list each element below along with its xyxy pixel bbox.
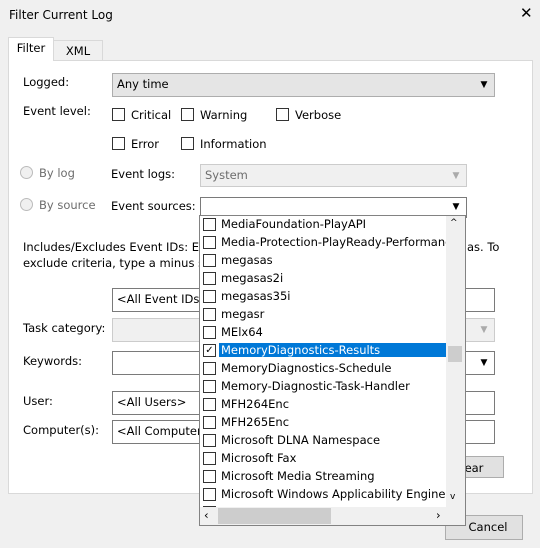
list-item-label: MemoryDiagnostics-Schedule xyxy=(221,361,392,375)
list-item-label: megasas2i xyxy=(221,271,284,285)
information-checkbox[interactable] xyxy=(181,137,194,153)
checkbox[interactable] xyxy=(203,308,216,321)
checkbox[interactable] xyxy=(203,398,216,411)
includes-text-1b: as. To xyxy=(467,240,500,254)
scroll-right-icon[interactable]: › xyxy=(436,508,441,522)
by-log-radio[interactable] xyxy=(20,166,33,179)
list-item-label: Media-Protection-PlayReady-Performance xyxy=(221,235,459,249)
logged-value: Any time xyxy=(117,77,169,91)
list-item[interactable]: Media-Protection-PlayReady-Performance xyxy=(202,234,459,252)
checkbox[interactable] xyxy=(203,452,216,465)
list-item-label: megasas35i xyxy=(221,289,291,303)
scroll-down-icon[interactable]: v xyxy=(450,492,455,502)
keywords-label: Keywords: xyxy=(23,354,82,368)
list-item-label: Microsoft Fax xyxy=(221,451,297,465)
by-log-label: By log xyxy=(39,166,75,180)
list-item[interactable]: MemoryDiagnostics-Schedule xyxy=(202,360,447,378)
vertical-scrollbar[interactable]: ^ v xyxy=(446,216,465,507)
list-item[interactable]: megasr xyxy=(202,306,447,324)
task-category-label: Task category: xyxy=(23,321,106,335)
checkbox[interactable] xyxy=(203,254,216,267)
list-item[interactable]: ✓ MemoryDiagnostics-Results xyxy=(202,342,447,360)
chevron-down-icon: ▼ xyxy=(480,325,488,335)
list-item-label: Microsoft DLNA Namespace xyxy=(221,433,381,447)
scroll-up-icon[interactable]: ^ xyxy=(450,218,458,228)
chevron-down-icon: ▼ xyxy=(480,358,488,368)
checkbox[interactable] xyxy=(203,326,216,339)
list-item-label: MFH264Enc xyxy=(221,397,290,411)
horizontal-scroll-thumb[interactable] xyxy=(218,508,331,524)
close-icon[interactable]: ✕ xyxy=(520,4,533,22)
by-source-label: By source xyxy=(39,198,96,212)
list-item[interactable]: Microsoft Media Streaming xyxy=(202,468,447,486)
includes-text-1: Includes/Excludes Event IDs: Enter xyxy=(23,240,203,254)
critical-checkbox[interactable] xyxy=(112,108,125,124)
event-logs-value: System xyxy=(205,168,248,182)
by-source-radio[interactable] xyxy=(20,198,33,211)
tab-xml[interactable]: XML xyxy=(53,40,103,60)
event-level-label: Event level: xyxy=(23,104,91,118)
list-item-label: megasr xyxy=(221,307,265,321)
error-checkbox[interactable] xyxy=(112,137,125,153)
logged-label: Logged: xyxy=(23,75,70,89)
critical-label: Critical xyxy=(131,108,172,122)
checkbox[interactable] xyxy=(203,290,216,303)
event-logs-label: Event logs: xyxy=(111,167,175,181)
list-item-label: megasas xyxy=(221,253,273,267)
checkbox[interactable] xyxy=(203,434,216,447)
list-item-label: Memory-Diagnostic-Task-Handler xyxy=(221,379,410,393)
verbose-checkbox[interactable] xyxy=(276,108,289,124)
checkbox[interactable] xyxy=(203,236,216,249)
list-item[interactable]: Memory-Diagnostic-Task-Handler xyxy=(202,378,447,396)
list-item-label: MElx64 xyxy=(221,325,263,339)
tab-filter[interactable]: Filter xyxy=(8,37,54,61)
vertical-scroll-thumb[interactable] xyxy=(448,346,462,362)
warning-label: Warning xyxy=(200,108,248,122)
checkbox[interactable] xyxy=(203,488,216,501)
scroll-left-icon[interactable]: ‹ xyxy=(204,508,209,522)
list-item-label: MediaFoundation-PlayAPI xyxy=(221,217,367,231)
checkbox[interactable] xyxy=(203,470,216,483)
list-item[interactable]: Microsoft Windows Applicability Engine xyxy=(202,486,447,504)
checkbox[interactable] xyxy=(203,380,216,393)
computers-label: Computer(s): xyxy=(23,423,100,437)
event-sources-list[interactable]: MediaFoundation-PlayAPI Media-Protection-… xyxy=(199,215,466,526)
list-item[interactable]: MFH265Enc xyxy=(202,414,447,432)
user-label: User: xyxy=(23,394,53,408)
list-item[interactable]: Microsoft Fax xyxy=(202,450,447,468)
list-item-label: MFH265Enc xyxy=(221,415,290,429)
list-item[interactable]: megasas2i xyxy=(202,270,447,288)
checkbox[interactable] xyxy=(203,218,216,231)
horizontal-scrollbar[interactable]: ‹ › xyxy=(200,507,465,525)
logged-dropdown[interactable]: Any time ▼ xyxy=(112,73,495,97)
list-item[interactable]: megasas35i xyxy=(202,288,447,306)
chevron-down-icon: ▼ xyxy=(452,202,460,212)
checkbox[interactable] xyxy=(203,362,216,375)
list-item[interactable]: megasas xyxy=(202,252,447,270)
information-label: Information xyxy=(200,137,267,151)
verbose-label: Verbose xyxy=(295,108,342,122)
error-label: Error xyxy=(131,137,160,151)
window-title: Filter Current Log xyxy=(9,8,113,22)
checkbox[interactable] xyxy=(203,416,216,429)
list-item[interactable]: Microsoft DLNA Namespace xyxy=(202,432,447,450)
list-item-label: Microsoft Windows Applicability Engine xyxy=(221,487,446,501)
list-item[interactable]: MElx64 xyxy=(202,324,447,342)
event-sources-label: Event sources: xyxy=(111,199,196,213)
list-item-label: MemoryDiagnostics-Results xyxy=(219,343,447,357)
chevron-down-icon: ▼ xyxy=(452,171,460,181)
list-item[interactable]: MFH264Enc xyxy=(202,396,447,414)
list-item-label: Microsoft Media Streaming xyxy=(221,469,375,483)
checkbox[interactable]: ✓ xyxy=(203,344,216,357)
checkbox[interactable] xyxy=(203,272,216,285)
list-item[interactable]: MediaFoundation-PlayAPI xyxy=(202,216,447,234)
warning-checkbox[interactable] xyxy=(181,108,194,124)
includes-text-2: exclude criteria, type a minus sign xyxy=(23,256,203,270)
chevron-down-icon: ▼ xyxy=(480,80,488,90)
event-logs-field: System ▼ xyxy=(200,164,467,187)
